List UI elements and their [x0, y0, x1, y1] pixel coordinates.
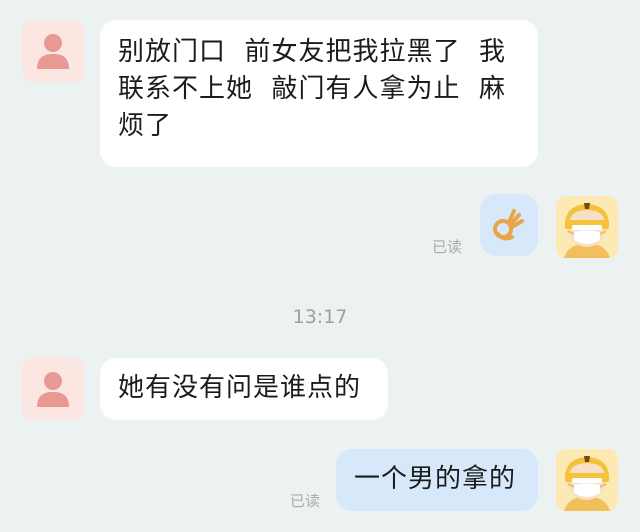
message-text: 她有没有问是谁点的 [118, 373, 362, 403]
message-text: 别放门口 前女友把我拉黑了 我联系不上她 敲门有人拿为止 麻烦了 [118, 37, 507, 141]
sender-avatar[interactable] [22, 358, 84, 420]
masked-helmet-avatar [556, 449, 618, 511]
message-bubble-outgoing[interactable] [480, 194, 538, 256]
read-receipt: 已读 [432, 238, 463, 256]
my-avatar[interactable] [556, 449, 618, 511]
chat-window: 别放门口 前女友把我拉黑了 我联系不上她 敲门有人拿为止 麻烦了 已读 13:1… [0, 0, 640, 532]
masked-helmet-avatar [556, 196, 618, 258]
message-bubble-incoming[interactable]: 别放门口 前女友把我拉黑了 我联系不上她 敲门有人拿为止 麻烦了 [100, 20, 538, 167]
timestamp: 13:17 [292, 306, 348, 328]
person-avatar-icon [37, 34, 69, 69]
sender-avatar[interactable] [22, 20, 84, 82]
read-receipt: 已读 [290, 492, 321, 510]
message-bubble-outgoing[interactable]: 一个男的拿的 [336, 449, 538, 511]
my-avatar[interactable] [556, 196, 618, 258]
ok-hand-icon [493, 209, 524, 241]
person-avatar-icon [37, 372, 69, 407]
message-bubble-incoming[interactable]: 她有没有问是谁点的 [100, 358, 388, 420]
message-text: 一个男的拿的 [354, 464, 517, 494]
